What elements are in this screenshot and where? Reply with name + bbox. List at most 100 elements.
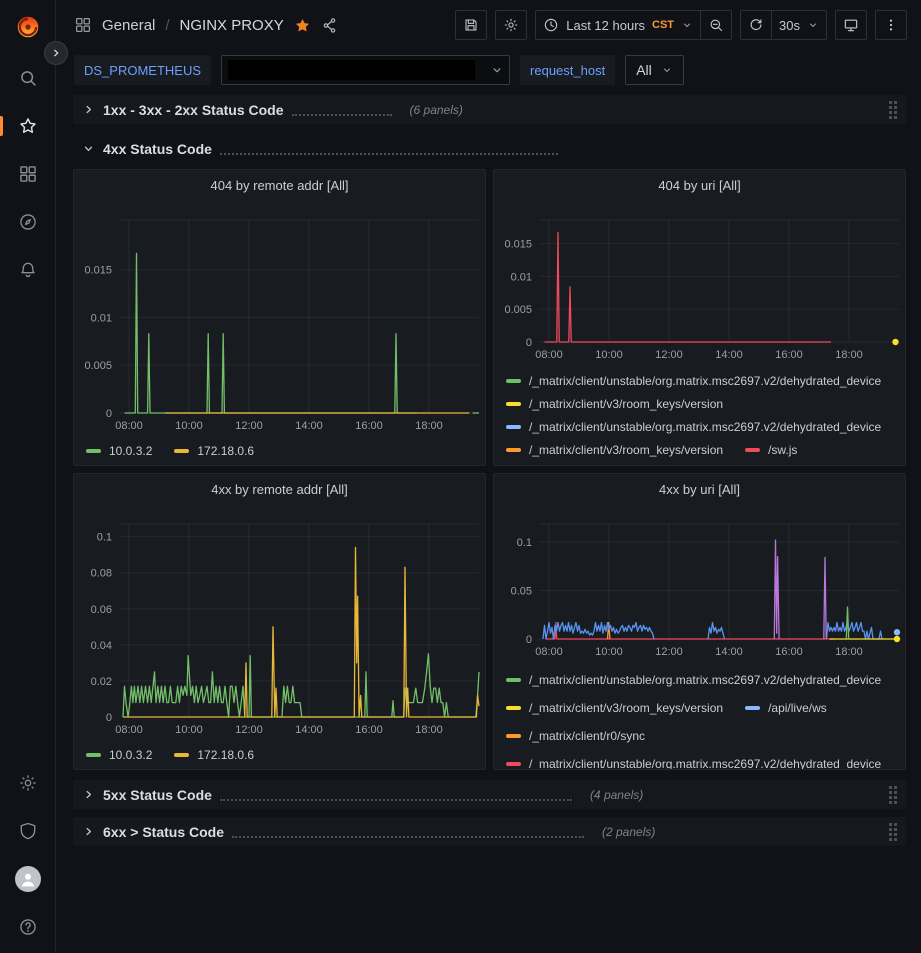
angle-right-icon <box>82 103 95 116</box>
legend-item[interactable]: /_matrix/client/unstable/org.matrix.msc2… <box>506 418 881 436</box>
active-indicator <box>0 116 3 136</box>
question-circle-icon <box>18 917 38 937</box>
sidebar-item-profile[interactable] <box>0 855 55 903</box>
svg-text:18:00: 18:00 <box>415 724 443 736</box>
legend-item[interactable]: /_matrix/client/v3/room_keys/version <box>506 395 723 413</box>
row-4xx[interactable]: 4xx Status Code <box>73 134 906 163</box>
row-panel-count: (2 panels) <box>602 825 655 839</box>
row-dotted-leader <box>292 103 392 116</box>
panel-title[interactable]: 404 by remote addr [All] <box>74 170 485 200</box>
row-1xx-3xx-2xx[interactable]: 1xx - 3xx - 2xx Status Code (6 panels) <box>73 95 906 124</box>
svg-text:18:00: 18:00 <box>835 646 863 658</box>
sidebar-item-server-admin[interactable] <box>0 807 55 855</box>
drag-handle-icon[interactable] <box>889 101 897 119</box>
refresh-interval-dropdown[interactable]: 30s <box>772 10 827 40</box>
zoom-out-button[interactable] <box>701 10 732 40</box>
panel-404-by-remote-addr: 404 by remote addr [All] 00.0050.010.015… <box>73 169 486 466</box>
svg-text:10:00: 10:00 <box>175 420 203 432</box>
svg-text:0.04: 0.04 <box>91 640 112 652</box>
sidebar-item-starred[interactable] <box>0 102 55 150</box>
row-panel-count: (6 panels) <box>410 103 463 117</box>
variable-label-ds-prometheus[interactable]: DS_PROMETHEUS <box>74 55 211 85</box>
legend-item[interactable]: 172.18.0.6 <box>174 746 254 764</box>
row-panel-count: (4 panels) <box>590 788 643 802</box>
redacted-value <box>228 60 475 80</box>
legend-label: /_matrix/client/unstable/org.matrix.msc2… <box>529 420 881 434</box>
dashboard-settings-button[interactable] <box>495 10 527 40</box>
time-range-button[interactable]: Last 12 hours CST <box>535 10 701 40</box>
sidebar-item-help[interactable] <box>0 903 55 951</box>
breadcrumb-separator: / <box>165 17 169 34</box>
chevron-down-icon <box>490 63 504 77</box>
svg-text:0: 0 <box>526 337 532 349</box>
legend-swatch <box>506 762 521 766</box>
drag-handle-icon[interactable] <box>889 823 897 841</box>
row-title: 1xx - 3xx - 2xx Status Code <box>103 102 284 118</box>
legend-label: /_matrix/client/unstable/org.matrix.msc2… <box>529 757 881 769</box>
legend-item[interactable]: /_matrix/client/unstable/org.matrix.msc2… <box>506 755 881 769</box>
chart-canvas[interactable]: 00.050.108:0010:0012:0014:0016:0018:00 <box>494 504 905 663</box>
drag-handle-icon[interactable] <box>889 786 897 804</box>
more-options-button[interactable] <box>875 10 907 40</box>
chart-legend: 10.0.3.2 172.18.0.6 <box>74 437 485 465</box>
row-6xx[interactable]: 6xx > Status Code (2 panels) <box>73 817 906 846</box>
svg-text:0: 0 <box>106 712 112 724</box>
sidebar-item-configuration[interactable] <box>0 759 55 807</box>
svg-text:12:00: 12:00 <box>235 420 263 432</box>
legend-swatch <box>506 448 521 452</box>
monitor-icon <box>843 17 859 33</box>
sidebar-item-alerting[interactable] <box>0 246 55 294</box>
legend-swatch <box>745 706 760 710</box>
refresh-button[interactable] <box>740 10 772 40</box>
legend-item[interactable]: /_matrix/client/r0/sync <box>506 727 645 745</box>
chevron-down-icon <box>807 19 819 31</box>
legend-label: 10.0.3.2 <box>109 748 152 762</box>
legend-item[interactable]: /_matrix/client/v3/room_keys/version <box>506 441 723 459</box>
legend-item[interactable]: /_matrix/client/unstable/org.matrix.msc2… <box>506 372 881 390</box>
legend-swatch <box>506 678 521 682</box>
variable-label-request-host[interactable]: request_host <box>520 55 615 85</box>
panel-title[interactable]: 4xx by remote addr [All] <box>74 474 485 504</box>
chart-canvas[interactable]: 00.0050.010.01508:0010:0012:0014:0016:00… <box>74 200 485 437</box>
legend-label: 172.18.0.6 <box>197 444 254 458</box>
gear-icon <box>18 773 38 793</box>
row-dotted-leader <box>232 825 584 838</box>
save-dashboard-button[interactable] <box>455 10 487 40</box>
dashboard-header: General / NGINX PROXY Last 12 hours CST <box>56 0 921 50</box>
svg-text:08:00: 08:00 <box>115 724 143 736</box>
legend-item[interactable]: /_matrix/client/unstable/org.matrix.msc2… <box>506 671 881 689</box>
chevron-down-icon <box>681 19 693 31</box>
legend-label: 10.0.3.2 <box>109 444 152 458</box>
legend-swatch <box>506 379 521 383</box>
variable-select-ds-prometheus[interactable] <box>221 55 510 85</box>
page-title[interactable]: NGINX PROXY <box>180 17 284 34</box>
chart-legend: /_matrix/client/unstable/org.matrix.msc2… <box>494 663 905 769</box>
legend-item[interactable]: /api/live/ws <box>745 699 827 717</box>
legend-item[interactable]: 172.18.0.6 <box>174 442 254 460</box>
legend-label: /_matrix/client/v3/room_keys/version <box>529 397 723 411</box>
svg-text:10:00: 10:00 <box>175 724 203 736</box>
star-filled-icon[interactable] <box>294 17 311 34</box>
legend-item[interactable]: 10.0.3.2 <box>86 442 152 460</box>
legend-item[interactable]: /_matrix/client/v3/room_keys/version <box>506 699 723 717</box>
sidebar-item-explore[interactable] <box>0 198 55 246</box>
bell-icon <box>18 260 38 280</box>
panel-title[interactable]: 404 by uri [All] <box>494 170 905 200</box>
svg-text:12:00: 12:00 <box>655 646 683 658</box>
cycle-view-button[interactable] <box>835 10 867 40</box>
sidebar-item-dashboards[interactable] <box>0 150 55 198</box>
variable-select-request-host[interactable]: All <box>625 55 684 85</box>
svg-text:0.1: 0.1 <box>97 532 112 544</box>
chart-canvas[interactable]: 00.020.040.060.080.108:0010:0012:0014:00… <box>74 504 485 741</box>
panel-404-by-uri: 404 by uri [All] 00.0050.010.01508:0010:… <box>493 169 906 466</box>
breadcrumb-section[interactable]: General <box>102 17 155 34</box>
chart-canvas[interactable]: 00.0050.010.01508:0010:0012:0014:0016:00… <box>494 200 905 366</box>
legend-label: /sw.js <box>768 443 797 457</box>
legend-item[interactable]: 10.0.3.2 <box>86 746 152 764</box>
legend-item[interactable]: /sw.js <box>745 441 797 459</box>
sidebar-expand-button[interactable] <box>44 41 68 65</box>
row-5xx[interactable]: 5xx Status Code (4 panels) <box>73 780 906 809</box>
share-icon[interactable] <box>321 17 338 34</box>
svg-text:0: 0 <box>106 408 112 420</box>
panel-title[interactable]: 4xx by uri [All] <box>494 474 905 504</box>
